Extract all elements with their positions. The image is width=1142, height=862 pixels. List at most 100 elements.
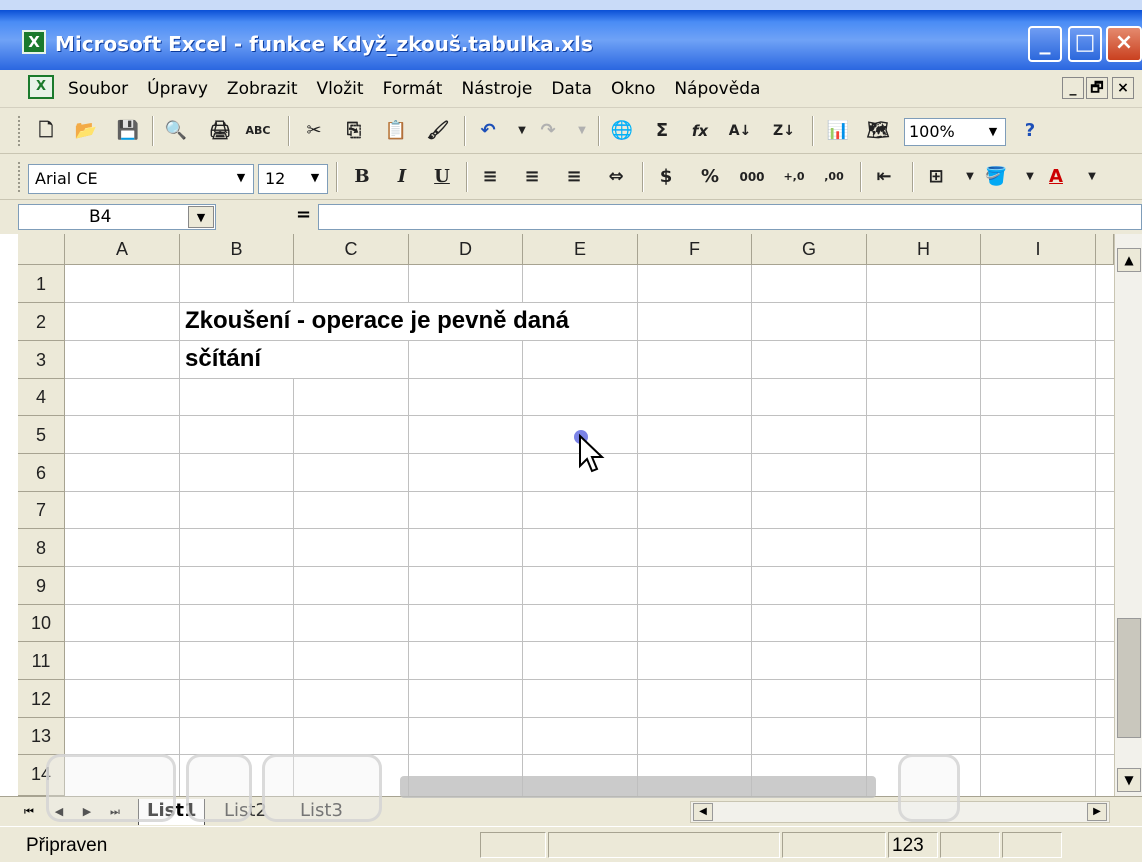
cell-b3[interactable]: sčítání	[185, 345, 261, 373]
row-header-7[interactable]: 7	[18, 492, 65, 529]
decrease-indent-icon[interactable]: ⇤	[870, 162, 898, 192]
map-icon[interactable]: 🗺	[864, 116, 892, 146]
sheet-tab-list1[interactable]: List1	[138, 799, 206, 825]
row-header-2[interactable]: 2	[18, 303, 65, 341]
undo-dropdown-icon[interactable]: ▼	[508, 116, 536, 146]
doc-close-button[interactable]: ×	[1112, 77, 1134, 99]
bold-button[interactable]: B	[348, 162, 376, 192]
open-icon[interactable]: 📂	[72, 116, 100, 146]
font-color-dropdown-icon[interactable]: ▼	[1078, 162, 1106, 192]
menu-format[interactable]: Formát	[383, 79, 443, 99]
first-sheet-icon[interactable]: ⏮	[20, 803, 38, 821]
name-box-dropdown-icon[interactable]: ▼	[188, 206, 214, 228]
align-center-icon[interactable]: ≡	[518, 162, 546, 192]
align-right-icon[interactable]: ≡	[560, 162, 588, 192]
row-header-4[interactable]: 4	[18, 379, 65, 416]
menu-napoveda[interactable]: Nápověda	[674, 79, 760, 99]
menu-upravy[interactable]: Úpravy	[147, 79, 208, 99]
scroll-down-icon[interactable]: ▼	[1117, 768, 1141, 792]
next-sheet-icon[interactable]: ▶	[78, 803, 96, 821]
paste-icon[interactable]: 📋	[382, 116, 410, 146]
help-icon[interactable]: ?	[1016, 116, 1044, 146]
maximize-button[interactable]: □	[1068, 26, 1102, 62]
zoom-dropdown-icon[interactable]: ▼	[983, 121, 1003, 143]
hyperlink-icon[interactable]: 🌐	[608, 116, 636, 146]
cell-b2[interactable]: Zkoušení - operace je pevně daná	[185, 307, 569, 335]
select-all-corner[interactable]	[18, 234, 65, 265]
copy-icon[interactable]: ⎘	[340, 116, 368, 146]
print-preview-icon[interactable]: 🔍	[162, 116, 190, 146]
autosum-icon[interactable]: Σ	[648, 116, 676, 146]
last-sheet-icon[interactable]: ⏭	[106, 803, 124, 821]
menu-soubor[interactable]: Soubor	[68, 79, 128, 99]
thousands-icon[interactable]: 000	[738, 162, 766, 192]
column-header-b[interactable]: B	[180, 234, 294, 265]
spelling-icon[interactable]: ABC	[244, 116, 272, 146]
font-size-select[interactable]: 12 ▼	[258, 164, 328, 194]
formula-equals-button[interactable]: =	[296, 204, 311, 225]
row-header-14[interactable]: 14	[18, 755, 65, 796]
row-header-1[interactable]: 1	[18, 265, 65, 303]
function-icon[interactable]: fx	[686, 116, 714, 146]
prev-sheet-icon[interactable]: ◀	[50, 803, 68, 821]
minimize-button[interactable]: _	[1028, 26, 1062, 62]
new-icon[interactable]: 🗋	[32, 116, 60, 146]
column-header-a[interactable]: A	[65, 234, 180, 265]
merge-center-icon[interactable]: ⇔	[602, 162, 630, 192]
column-header-g[interactable]: G	[752, 234, 867, 265]
row-header-11[interactable]: 11	[18, 642, 65, 680]
currency-icon[interactable]: $	[652, 162, 680, 192]
underline-button[interactable]: U	[428, 162, 456, 192]
menu-data[interactable]: Data	[551, 79, 592, 99]
redo-dropdown-icon[interactable]: ▼	[568, 116, 596, 146]
borders-icon[interactable]: ⊞	[922, 162, 950, 192]
sort-ascending-icon[interactable]: A↓	[726, 116, 754, 146]
row-header-13[interactable]: 13	[18, 718, 65, 755]
toolbar-grip[interactable]	[18, 162, 22, 192]
font-color-icon[interactable]: A	[1042, 162, 1070, 192]
scroll-left-icon[interactable]: ◀	[693, 803, 713, 821]
sort-descending-icon[interactable]: Z↓	[770, 116, 798, 146]
font-dropdown-icon[interactable]: ▼	[231, 167, 251, 189]
row-header-6[interactable]: 6	[18, 454, 65, 492]
sheet-tab-list2[interactable]: List2	[216, 799, 275, 825]
row-header-3[interactable]: 3	[18, 341, 65, 379]
font-name-select[interactable]: Arial CE ▼	[28, 164, 254, 194]
column-header-d[interactable]: D	[409, 234, 523, 265]
workbook-icon[interactable]: X	[28, 75, 54, 99]
undo-icon[interactable]: ↶	[474, 116, 502, 146]
vertical-scroll-thumb[interactable]	[1117, 618, 1141, 738]
column-header-c[interactable]: C	[294, 234, 409, 265]
increase-decimal-icon[interactable]: +,0	[780, 162, 808, 192]
vertical-scrollbar[interactable]: ▲ ▼	[1114, 234, 1142, 796]
row-header-5[interactable]: 5	[18, 416, 65, 454]
toolbar-grip[interactable]	[18, 116, 22, 146]
name-box[interactable]: B4	[18, 204, 216, 230]
redo-icon[interactable]: ↷	[534, 116, 562, 146]
menu-okno[interactable]: Okno	[611, 79, 655, 99]
decrease-decimal-icon[interactable]: ,00	[820, 162, 848, 192]
fill-color-icon[interactable]: 🪣	[982, 162, 1010, 192]
row-header-10[interactable]: 10	[18, 605, 65, 642]
size-dropdown-icon[interactable]: ▼	[305, 167, 325, 189]
menu-nastroje[interactable]: Nástroje	[461, 79, 532, 99]
scroll-up-icon[interactable]: ▲	[1117, 248, 1141, 272]
formula-input[interactable]	[318, 204, 1142, 230]
scroll-right-icon[interactable]: ▶	[1087, 803, 1107, 821]
zoom-select[interactable]: 100% ▼	[904, 118, 1006, 146]
doc-minimize-button[interactable]: _	[1062, 77, 1084, 99]
column-header-f[interactable]: F	[638, 234, 752, 265]
save-icon[interactable]: 💾	[114, 116, 142, 146]
menu-vlozit[interactable]: Vložit	[316, 79, 363, 99]
row-header-12[interactable]: 12	[18, 680, 65, 718]
format-painter-icon[interactable]: 🖌	[424, 116, 452, 146]
fill-dropdown-icon[interactable]: ▼	[1016, 162, 1044, 192]
excel-app-icon[interactable]: X	[22, 30, 46, 54]
row-header-9[interactable]: 9	[18, 567, 65, 605]
row-header-8[interactable]: 8	[18, 529, 65, 567]
column-header-j[interactable]	[1096, 234, 1114, 265]
print-icon[interactable]: 🖨	[206, 116, 234, 146]
borders-dropdown-icon[interactable]: ▼	[956, 162, 984, 192]
worksheet-grid[interactable]: A B C D E F G H I 1 2 3 4 5 6 7 8 9 10 1…	[18, 234, 1114, 796]
chart-wizard-icon[interactable]: 📊	[824, 116, 852, 146]
